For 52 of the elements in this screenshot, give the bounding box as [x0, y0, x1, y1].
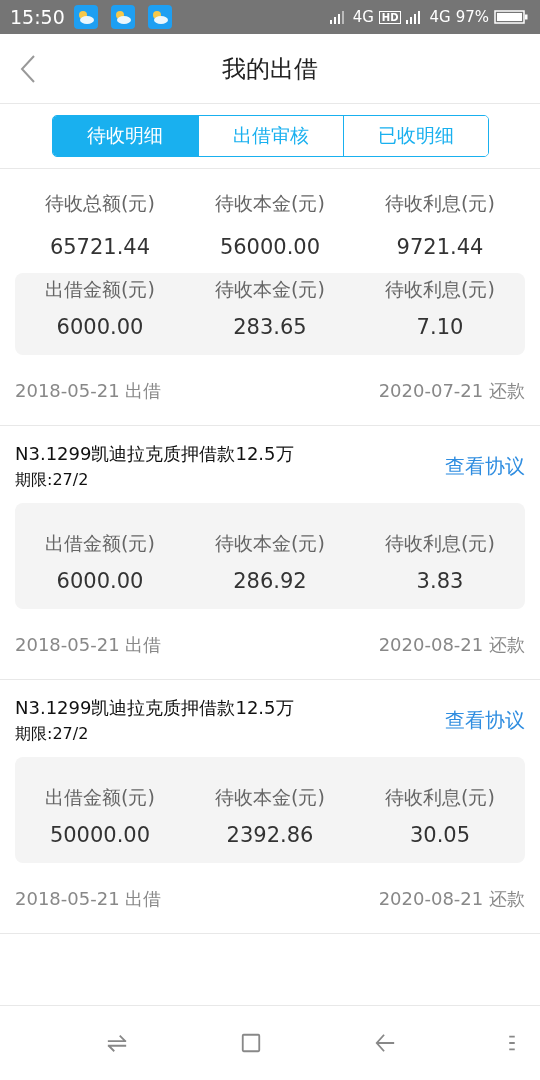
stat-value: 6000.00 [56, 315, 144, 339]
stat-value: 2392.86 [226, 823, 314, 847]
summary-label: 待收利息(元) [385, 191, 495, 216]
loan-term: 期限:27/2 [15, 470, 90, 491]
weather-icon [73, 5, 98, 29]
weather-icon [147, 5, 172, 29]
stat-value: 7.10 [416, 315, 464, 339]
view-agreement-link[interactable]: 查看协议 [445, 707, 525, 734]
stat-label: 待收利息(元) [385, 785, 495, 810]
battery-icon [494, 10, 528, 24]
loan-term: 期限:27/2 [15, 724, 90, 745]
switch-icon[interactable] [106, 1032, 128, 1054]
back-arrow-icon[interactable] [374, 1032, 396, 1054]
stat-label: 待收利息(元) [385, 531, 495, 556]
stat-value: 50000.00 [49, 823, 151, 847]
loan-title: N3.1299凯迪拉克质押借款12.5万 [15, 696, 294, 720]
stat-label: 待收本金(元) [215, 531, 325, 556]
page-title: 我的出借 [222, 53, 318, 85]
repay-date: 2020-08-21 还款 [378, 633, 525, 657]
home-square-icon[interactable] [240, 1032, 262, 1054]
stat-label: 出借金额(元) [45, 785, 155, 810]
summary-label: 待收总额(元) [45, 191, 155, 216]
stat-value: 3.83 [416, 569, 464, 593]
network-label: 4G [429, 8, 451, 26]
back-icon[interactable] [20, 54, 36, 84]
battery-percent: 97% [455, 8, 489, 26]
tab[interactable]: 待收明细 [52, 116, 198, 156]
stat-label: 出借金额(元) [45, 531, 155, 556]
stat-value: 286.92 [233, 569, 307, 593]
stat-value: 6000.00 [56, 569, 144, 593]
summary-label: 待收本金(元) [215, 191, 325, 216]
stat-label: 待收本金(元) [215, 277, 325, 302]
tab[interactable]: 已收明细 [342, 116, 488, 156]
repay-date: 2020-08-21 还款 [378, 887, 525, 911]
view-agreement-link[interactable]: 查看协议 [445, 453, 525, 480]
repay-date: 2020-07-21 还款 [378, 379, 525, 403]
stat-label: 待收本金(元) [215, 785, 325, 810]
stat-value: 283.65 [233, 315, 307, 339]
stat-value: 30.05 [409, 823, 471, 847]
stat-label: 待收利息(元) [385, 277, 495, 302]
weather-icon [110, 5, 135, 29]
stat-label: 出借金额(元) [45, 277, 155, 302]
status-time: 15:50 [10, 6, 65, 28]
summary-value: 65721.44 [49, 235, 151, 259]
summary-value: 56000.00 [219, 235, 321, 259]
loan-title: N3.1299凯迪拉克质押借款12.5万 [15, 442, 294, 466]
network-label: 4G [352, 8, 374, 26]
hd-badge: HD [378, 10, 402, 24]
summary-value: 9721.44 [396, 235, 484, 259]
lent-date: 2018-05-21 出借 [15, 887, 162, 911]
lent-date: 2018-05-21 出借 [15, 379, 162, 403]
lent-date: 2018-05-21 出借 [15, 633, 162, 657]
